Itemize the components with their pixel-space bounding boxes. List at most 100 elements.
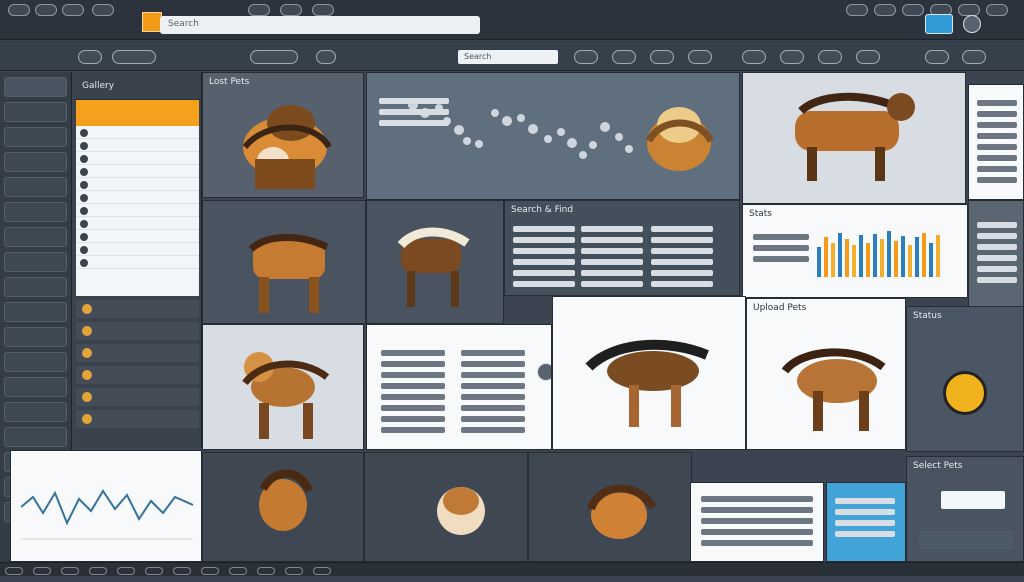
status-pill-11	[285, 567, 303, 575]
map-overlay-text	[379, 93, 449, 131]
dog-panel-bottom-left[interactable]	[202, 324, 364, 450]
sidebar-item-7[interactable]	[4, 227, 67, 247]
secondary-search-input[interactable]: Search	[458, 50, 558, 64]
round-list-item[interactable]	[76, 300, 199, 318]
secondary-pill-1[interactable]	[78, 50, 102, 64]
popup-upload-panel[interactable]: Upload Pets	[746, 298, 906, 450]
blue-lines	[835, 493, 895, 542]
list-column: Gallery	[74, 72, 202, 448]
sidebar-item-10[interactable]	[4, 302, 67, 322]
secondary-pill-7[interactable]	[650, 50, 674, 64]
secondary-pill-4[interactable]	[316, 50, 336, 64]
secondary-pill-13[interactable]	[925, 50, 949, 64]
sidebar-item-15[interactable]	[4, 427, 67, 447]
toolbar-icon-12[interactable]	[958, 4, 980, 16]
round-list-item[interactable]	[76, 410, 199, 428]
status-pill-4	[89, 567, 107, 575]
right-footer-panel[interactable]: Select Pets	[906, 456, 1024, 562]
toolbar-icon-2[interactable]	[35, 4, 57, 16]
list-item[interactable]	[76, 191, 199, 204]
secondary-pill-6[interactable]	[612, 50, 636, 64]
sidebar-item-8[interactable]	[4, 252, 67, 272]
sidebar-item-11[interactable]	[4, 327, 67, 347]
thumb-panel-3[interactable]	[528, 452, 692, 562]
toolbar-icon-13[interactable]	[986, 4, 1008, 16]
round-button-top[interactable]	[963, 15, 981, 33]
panel-title: Lost Pets	[209, 77, 250, 87]
sidebar-item-2[interactable]	[4, 102, 67, 122]
status-pill-2	[33, 567, 51, 575]
dog-photo	[795, 92, 915, 181]
list-item[interactable]	[76, 152, 199, 165]
status-badge	[943, 371, 987, 415]
toolbar-icon-8[interactable]	[846, 4, 868, 16]
dog-panel-top-left[interactable]: Lost Pets	[202, 72, 364, 198]
toolbar-icon-4[interactable]	[92, 4, 114, 16]
bottom-status-bar	[0, 562, 1024, 576]
list-item[interactable]	[76, 230, 199, 243]
thumb-panel-2[interactable]	[364, 452, 528, 562]
dog-panel-mid-center[interactable]	[366, 200, 504, 324]
dog-photo	[242, 352, 330, 439]
secondary-pill-11[interactable]	[818, 50, 842, 64]
summary-lines	[701, 491, 813, 551]
round-list-item[interactable]	[76, 344, 199, 362]
toolbar-icon-9[interactable]	[874, 4, 896, 16]
toolbar-icon-1[interactable]	[8, 4, 30, 16]
list-item[interactable]	[76, 126, 199, 139]
secondary-pill-9[interactable]	[742, 50, 766, 64]
sidebar-item-5[interactable]	[4, 177, 67, 197]
list-item[interactable]	[76, 243, 199, 256]
secondary-pill-2[interactable]	[112, 50, 156, 64]
top-search-input[interactable]: Search	[160, 16, 480, 34]
list-item[interactable]	[76, 204, 199, 217]
map-panel[interactable]	[366, 72, 740, 200]
sidebar-item-13[interactable]	[4, 377, 67, 397]
sidebar-item-9[interactable]	[4, 277, 67, 297]
list-item[interactable]	[76, 217, 199, 230]
round-list-item[interactable]	[76, 388, 199, 406]
round-list-item[interactable]	[76, 322, 199, 340]
toolbar-icon-7[interactable]	[312, 4, 334, 16]
round-list-item[interactable]	[76, 366, 199, 384]
bar-chart	[817, 231, 940, 277]
sidebar-item-1[interactable]	[4, 77, 67, 97]
info-lines-2	[581, 221, 643, 292]
sidebar-item-3[interactable]	[4, 127, 67, 147]
dog-panel-bottom-center[interactable]	[552, 296, 746, 450]
toolbar-icon-5[interactable]	[248, 4, 270, 16]
toolbar-icon-3[interactable]	[62, 4, 84, 16]
toolbar-icon-6[interactable]	[280, 4, 302, 16]
status-pill-10	[257, 567, 275, 575]
footer-input[interactable]	[941, 491, 1005, 509]
thumb-panel-1[interactable]	[202, 452, 364, 562]
list-item[interactable]	[76, 178, 199, 191]
list-item[interactable]	[76, 139, 199, 152]
list-items-box	[76, 126, 199, 296]
doc-lines-left	[381, 345, 445, 438]
toolbar-icon-10[interactable]	[902, 4, 924, 16]
sidebar-item-12[interactable]	[4, 352, 67, 372]
active-tool-button[interactable]	[925, 14, 953, 34]
secondary-pill-5[interactable]	[574, 50, 598, 64]
document-panel	[366, 324, 552, 450]
footer-button[interactable]	[919, 531, 1013, 549]
secondary-pill-3[interactable]	[250, 50, 298, 64]
secondary-pill-8[interactable]	[688, 50, 712, 64]
doc-action-button[interactable]	[537, 363, 551, 381]
sidebar-item-4[interactable]	[4, 152, 67, 172]
secondary-pill-14[interactable]	[962, 50, 986, 64]
top-toolbar: Search	[0, 0, 1024, 40]
sidebar-item-14[interactable]	[4, 402, 67, 422]
right-action-panel: Status	[906, 306, 1024, 452]
secondary-pill-10[interactable]	[780, 50, 804, 64]
selected-list-item[interactable]	[76, 100, 199, 126]
dog-panel-top-right[interactable]	[742, 72, 966, 204]
dog-panel-mid-left[interactable]	[202, 200, 366, 324]
info-lines-1	[513, 221, 575, 292]
secondary-pill-12[interactable]	[856, 50, 880, 64]
list-item[interactable]	[76, 165, 199, 178]
sidebar-item-6[interactable]	[4, 202, 67, 222]
info-label: Search & Find	[511, 205, 574, 215]
list-item[interactable]	[76, 256, 199, 269]
